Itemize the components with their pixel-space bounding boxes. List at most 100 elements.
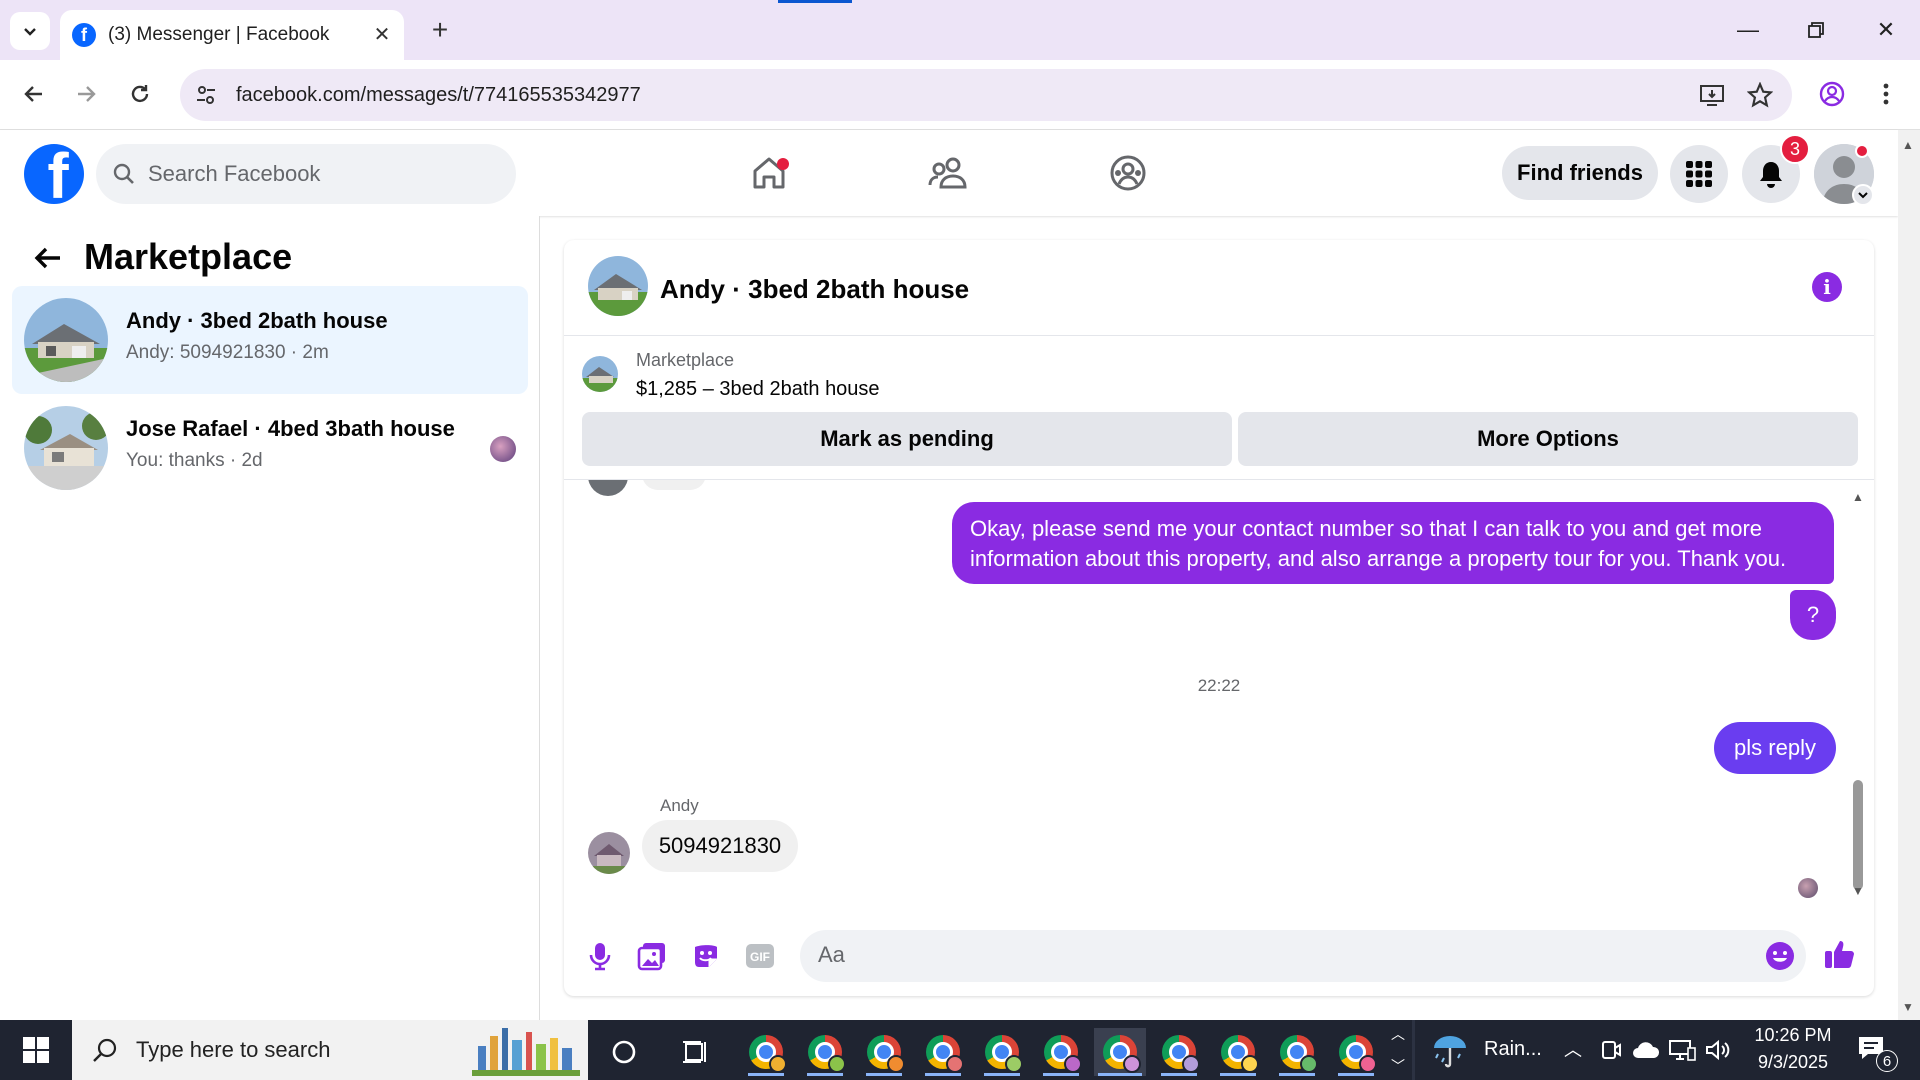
taskbar-chrome-app[interactable] bbox=[740, 1028, 792, 1076]
listing-source-label: Marketplace bbox=[636, 350, 735, 370]
microphone-icon[interactable] bbox=[584, 940, 616, 972]
scrollbar-thumb[interactable] bbox=[1853, 780, 1863, 890]
reload-button[interactable] bbox=[120, 74, 160, 114]
install-app-icon[interactable] bbox=[1698, 81, 1726, 109]
find-friends-button[interactable]: Find friends bbox=[1502, 146, 1658, 200]
back-arrow-icon[interactable] bbox=[28, 238, 68, 278]
cortana-button[interactable] bbox=[598, 1028, 650, 1076]
message-text: pls reply bbox=[1734, 735, 1816, 760]
site-info-icon[interactable] bbox=[180, 83, 232, 107]
meet-now-icon[interactable] bbox=[1600, 1038, 1622, 1067]
taskbar-search-input[interactable] bbox=[136, 1037, 436, 1063]
taskbar-overflow-scroller[interactable]: ︿ ﹀ bbox=[1388, 1024, 1408, 1076]
listing-thumbnail[interactable] bbox=[582, 356, 618, 392]
thumbs-up-icon[interactable] bbox=[1820, 934, 1860, 974]
scroll-up-icon[interactable]: ▲ bbox=[1852, 490, 1864, 504]
conversation-item[interactable]: Jose Rafael · 4bed 3bath house You: than… bbox=[12, 394, 528, 502]
marketplace-conversation-list: Marketplace Andy · 3bed 2bath house Andy… bbox=[0, 216, 540, 1020]
listing-price-title[interactable]: $1,285 – 3bed 2bath house bbox=[636, 378, 880, 401]
gif-icon[interactable]: GIF bbox=[744, 940, 776, 972]
network-icon[interactable] bbox=[1668, 1038, 1696, 1067]
nav-friends[interactable] bbox=[888, 142, 1008, 204]
volume-icon[interactable] bbox=[1704, 1038, 1732, 1067]
message-input-field[interactable] bbox=[800, 930, 1806, 982]
house-photo-icon bbox=[24, 406, 108, 490]
taskbar-chrome-app[interactable] bbox=[858, 1028, 910, 1076]
message-bubble-incoming[interactable]: 5094921830 bbox=[642, 820, 798, 872]
reload-icon bbox=[131, 85, 149, 103]
message-composer: GIF bbox=[564, 904, 1874, 996]
more-options-button[interactable]: More Options bbox=[1238, 412, 1858, 466]
message-bubble-outgoing[interactable]: ? bbox=[1790, 590, 1836, 640]
address-bar[interactable]: facebook.com/messages/t/774165535342977 bbox=[180, 69, 1792, 121]
taskbar-chrome-app[interactable] bbox=[1035, 1028, 1087, 1076]
message-scrollbar[interactable]: ▲ ▼ bbox=[1850, 490, 1866, 898]
chevron-up-icon[interactable]: ︿ bbox=[1391, 1024, 1405, 1044]
close-window-button[interactable]: ✕ bbox=[1866, 14, 1906, 46]
message-thread[interactable]: Okay, please send me your contact number… bbox=[564, 480, 1874, 904]
photo-attach-icon[interactable] bbox=[636, 940, 668, 972]
new-tab-button[interactable]: + bbox=[424, 14, 456, 46]
message-text: ? bbox=[1806, 602, 1820, 627]
back-button[interactable] bbox=[14, 74, 54, 114]
sender-avatar[interactable] bbox=[588, 832, 630, 874]
taskbar-chrome-app-active[interactable] bbox=[1094, 1028, 1146, 1076]
tab-search-button[interactable] bbox=[10, 12, 50, 50]
chat-avatar[interactable] bbox=[588, 256, 648, 316]
action-center-button[interactable]: 6 bbox=[1856, 1034, 1898, 1072]
message-bubble-outgoing[interactable]: pls reply bbox=[1714, 722, 1836, 774]
taskbar-chrome-app[interactable] bbox=[917, 1028, 969, 1076]
menu-button[interactable] bbox=[1670, 145, 1728, 203]
scroll-up-icon[interactable]: ▲ bbox=[1902, 138, 1914, 152]
conversation-preview: Andy: 5094921830 · 2m bbox=[126, 342, 329, 363]
scroll-down-icon[interactable]: ▼ bbox=[1902, 1000, 1914, 1014]
clock-time[interactable]: 10:26 PM bbox=[1750, 1025, 1836, 1046]
chat-title[interactable]: Andy · 3bed 2bath house bbox=[660, 274, 969, 305]
taskbar-chrome-app[interactable] bbox=[1330, 1028, 1382, 1076]
show-hidden-icons-chevron-icon[interactable]: ︿ bbox=[1564, 1036, 1582, 1062]
tab-close-icon[interactable]: ✕ bbox=[370, 22, 394, 46]
taskbar-chrome-app[interactable] bbox=[1271, 1028, 1323, 1076]
taskbar-chrome-app[interactable] bbox=[1212, 1028, 1264, 1076]
task-view-button[interactable] bbox=[670, 1028, 722, 1076]
bell-icon bbox=[1760, 162, 1782, 188]
browser-tab-messenger[interactable]: f (3) Messenger | Facebook ✕ bbox=[60, 10, 404, 60]
clock-date[interactable]: 9/3/2025 bbox=[1750, 1052, 1836, 1073]
chevron-down-icon[interactable] bbox=[1852, 184, 1874, 206]
info-icon[interactable]: i bbox=[1812, 272, 1842, 302]
weather-text[interactable]: Rain... bbox=[1484, 1038, 1542, 1061]
minimize-window-button[interactable]: — bbox=[1728, 14, 1768, 46]
sticker-icon[interactable] bbox=[690, 940, 722, 972]
message-input[interactable] bbox=[818, 942, 1718, 968]
profile-menu-button[interactable] bbox=[1812, 74, 1852, 114]
facebook-search[interactable] bbox=[96, 144, 516, 204]
emoji-icon[interactable] bbox=[1764, 940, 1796, 972]
browser-menu-button[interactable] bbox=[1866, 74, 1906, 114]
account-circle-icon bbox=[1819, 81, 1845, 107]
taskbar-chrome-app[interactable] bbox=[1153, 1028, 1205, 1076]
message-bubble-outgoing[interactable]: Okay, please send me your contact number… bbox=[952, 502, 1834, 584]
start-button[interactable] bbox=[0, 1020, 72, 1080]
mark-as-pending-button[interactable]: Mark as pending bbox=[582, 412, 1232, 466]
bookmark-star-icon[interactable] bbox=[1746, 81, 1774, 109]
conversation-item[interactable]: Andy · 3bed 2bath house Andy: 5094921830… bbox=[12, 286, 528, 394]
forward-button[interactable] bbox=[66, 74, 106, 114]
house-photo-icon bbox=[588, 256, 648, 316]
chat-header: Andy · 3bed 2bath house i bbox=[564, 240, 1874, 336]
chrome-icon bbox=[749, 1035, 787, 1073]
nav-home[interactable] bbox=[709, 142, 829, 204]
restore-window-button[interactable] bbox=[1796, 14, 1836, 46]
scroll-down-icon[interactable]: ▼ bbox=[1852, 884, 1864, 898]
search-input[interactable] bbox=[148, 161, 488, 187]
svg-text:GIF: GIF bbox=[750, 950, 770, 964]
taskbar-chrome-app[interactable] bbox=[976, 1028, 1028, 1076]
taskbar-chrome-app[interactable] bbox=[799, 1028, 851, 1076]
taskbar-search[interactable] bbox=[72, 1020, 588, 1080]
nav-groups[interactable] bbox=[1068, 142, 1188, 204]
weather-rain-icon[interactable] bbox=[1430, 1032, 1470, 1070]
page-scrollbar[interactable]: ▲ ▼ bbox=[1898, 130, 1920, 1020]
chevron-down-icon[interactable]: ﹀ bbox=[1391, 1056, 1405, 1076]
onedrive-cloud-icon[interactable] bbox=[1632, 1040, 1660, 1065]
chat-window: Andy · 3bed 2bath house i Marketplace $1… bbox=[564, 240, 1874, 996]
facebook-logo-icon[interactable]: f bbox=[24, 144, 84, 204]
